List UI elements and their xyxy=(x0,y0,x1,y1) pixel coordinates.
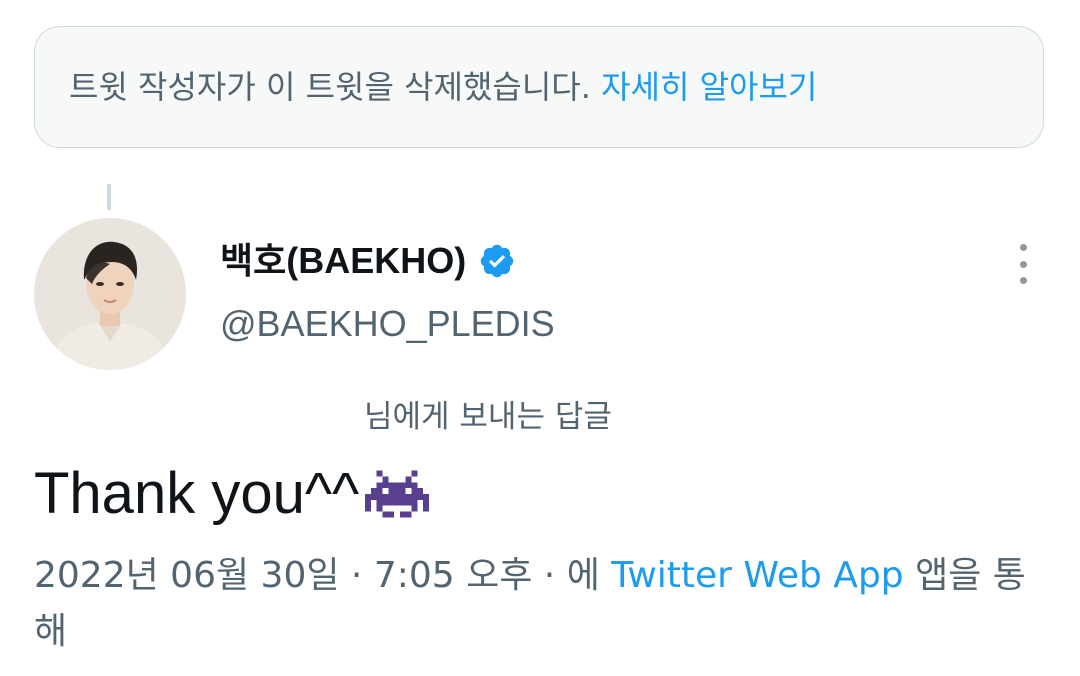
thread-connector-line xyxy=(107,184,111,210)
tweet-date[interactable]: 2022년 06월 30일 xyxy=(34,555,339,596)
author-display-name[interactable]: 백호(BAEKHO) xyxy=(220,242,516,280)
avatar[interactable] xyxy=(34,218,186,370)
tweet-time[interactable]: 7:05 오후 xyxy=(374,555,533,596)
replying-to-label: 님에게 보내는 답글 xyxy=(364,399,612,435)
learn-more-link[interactable]: 자세히 알아보기 xyxy=(601,71,817,103)
tweet-metadata: 2022년 06월 30일 · 7:05 오후 · 에 Twitter Web … xyxy=(34,555,1026,652)
verified-badge-icon xyxy=(481,244,514,278)
tweet-body: Thank you^^ xyxy=(34,461,430,526)
tweet-text: Thank you^^ xyxy=(34,461,360,526)
more-options-icon[interactable] xyxy=(1010,244,1036,284)
alien-monster-emoji-icon xyxy=(365,470,430,518)
display-name-text: 백호(BAEKHO) xyxy=(220,240,467,281)
source-app-link[interactable]: Twitter Web App xyxy=(611,555,903,596)
deleted-notice-text: 트윗 작성자가 이 트윗을 삭제했습니다. xyxy=(69,68,591,106)
deleted-tweet-notice: 트윗 작성자가 이 트윗을 삭제했습니다. 자세히 알아보기 xyxy=(34,26,1044,148)
author-handle[interactable]: @BAEKHO_PLEDIS xyxy=(220,306,555,342)
